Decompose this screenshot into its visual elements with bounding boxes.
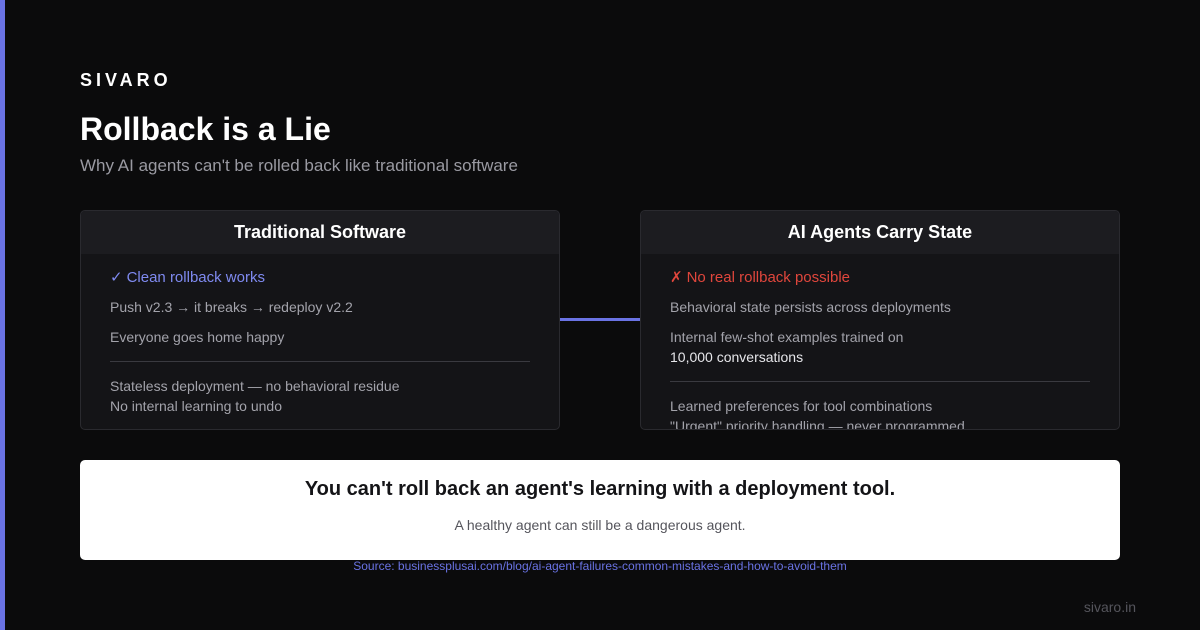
card-line: Everyone goes home happy: [110, 329, 285, 345]
connector-line: [560, 318, 640, 321]
checkmark-icon: ✓: [110, 269, 123, 286]
cross-icon: ✗: [670, 269, 683, 286]
card-line: Push v2.3 → it breaks → redeploy v2.2: [110, 299, 353, 315]
status-row: ✗ No real rollback possible: [670, 267, 1090, 287]
divider: [110, 361, 530, 362]
card-line: Internal few-shot examples trained on: [670, 329, 904, 345]
divider: [670, 381, 1090, 382]
traditional-software-card: Traditional Software ✓ Clean rollback wo…: [80, 210, 560, 430]
accent-stripe: [0, 0, 5, 630]
card-header: AI Agents Carry State: [641, 211, 1119, 254]
ai-agents-card: AI Agents Carry State ✗ No real rollback…: [640, 210, 1120, 430]
card-body: ✓ Clean rollback works Push v2.3 → it br…: [81, 254, 559, 416]
status-text: No real rollback possible: [686, 268, 850, 286]
card-highlight: 10,000 conversations: [670, 349, 804, 365]
page-subtitle: Why AI agents can't be rolled back like …: [80, 156, 518, 175]
callout-subline: A healthy agent can still be a dangerous…: [454, 517, 746, 533]
card-body: ✗ No real rollback possible Behavioral s…: [641, 254, 1119, 430]
source-line: Source: businessplusai.com/blog/ai-agent…: [0, 559, 1200, 573]
status-text: Clean rollback works: [126, 268, 265, 286]
card-detail: Learned preferences for tool combination…: [670, 398, 933, 414]
footer-domain: sivaro.in: [1083, 599, 1136, 615]
card-line: Behavioral state persists across deploym…: [670, 299, 951, 315]
card-header: Traditional Software: [81, 211, 559, 254]
status-row: ✓ Clean rollback works: [110, 267, 530, 287]
card-detail: "Urgent" priority handling — never progr…: [670, 418, 965, 430]
callout-box: You can't roll back an agent's learning …: [80, 460, 1120, 560]
card-detail: Stateless deployment — no behavioral res…: [110, 378, 400, 394]
callout-headline: You can't roll back an agent's learning …: [304, 478, 896, 500]
brand-logo: SIVARO: [80, 70, 172, 90]
page-title: Rollback is a Lie: [80, 111, 331, 147]
card-detail: No internal learning to undo: [110, 398, 283, 414]
source-link[interactable]: Source: businessplusai.com/blog/ai-agent…: [353, 559, 847, 573]
